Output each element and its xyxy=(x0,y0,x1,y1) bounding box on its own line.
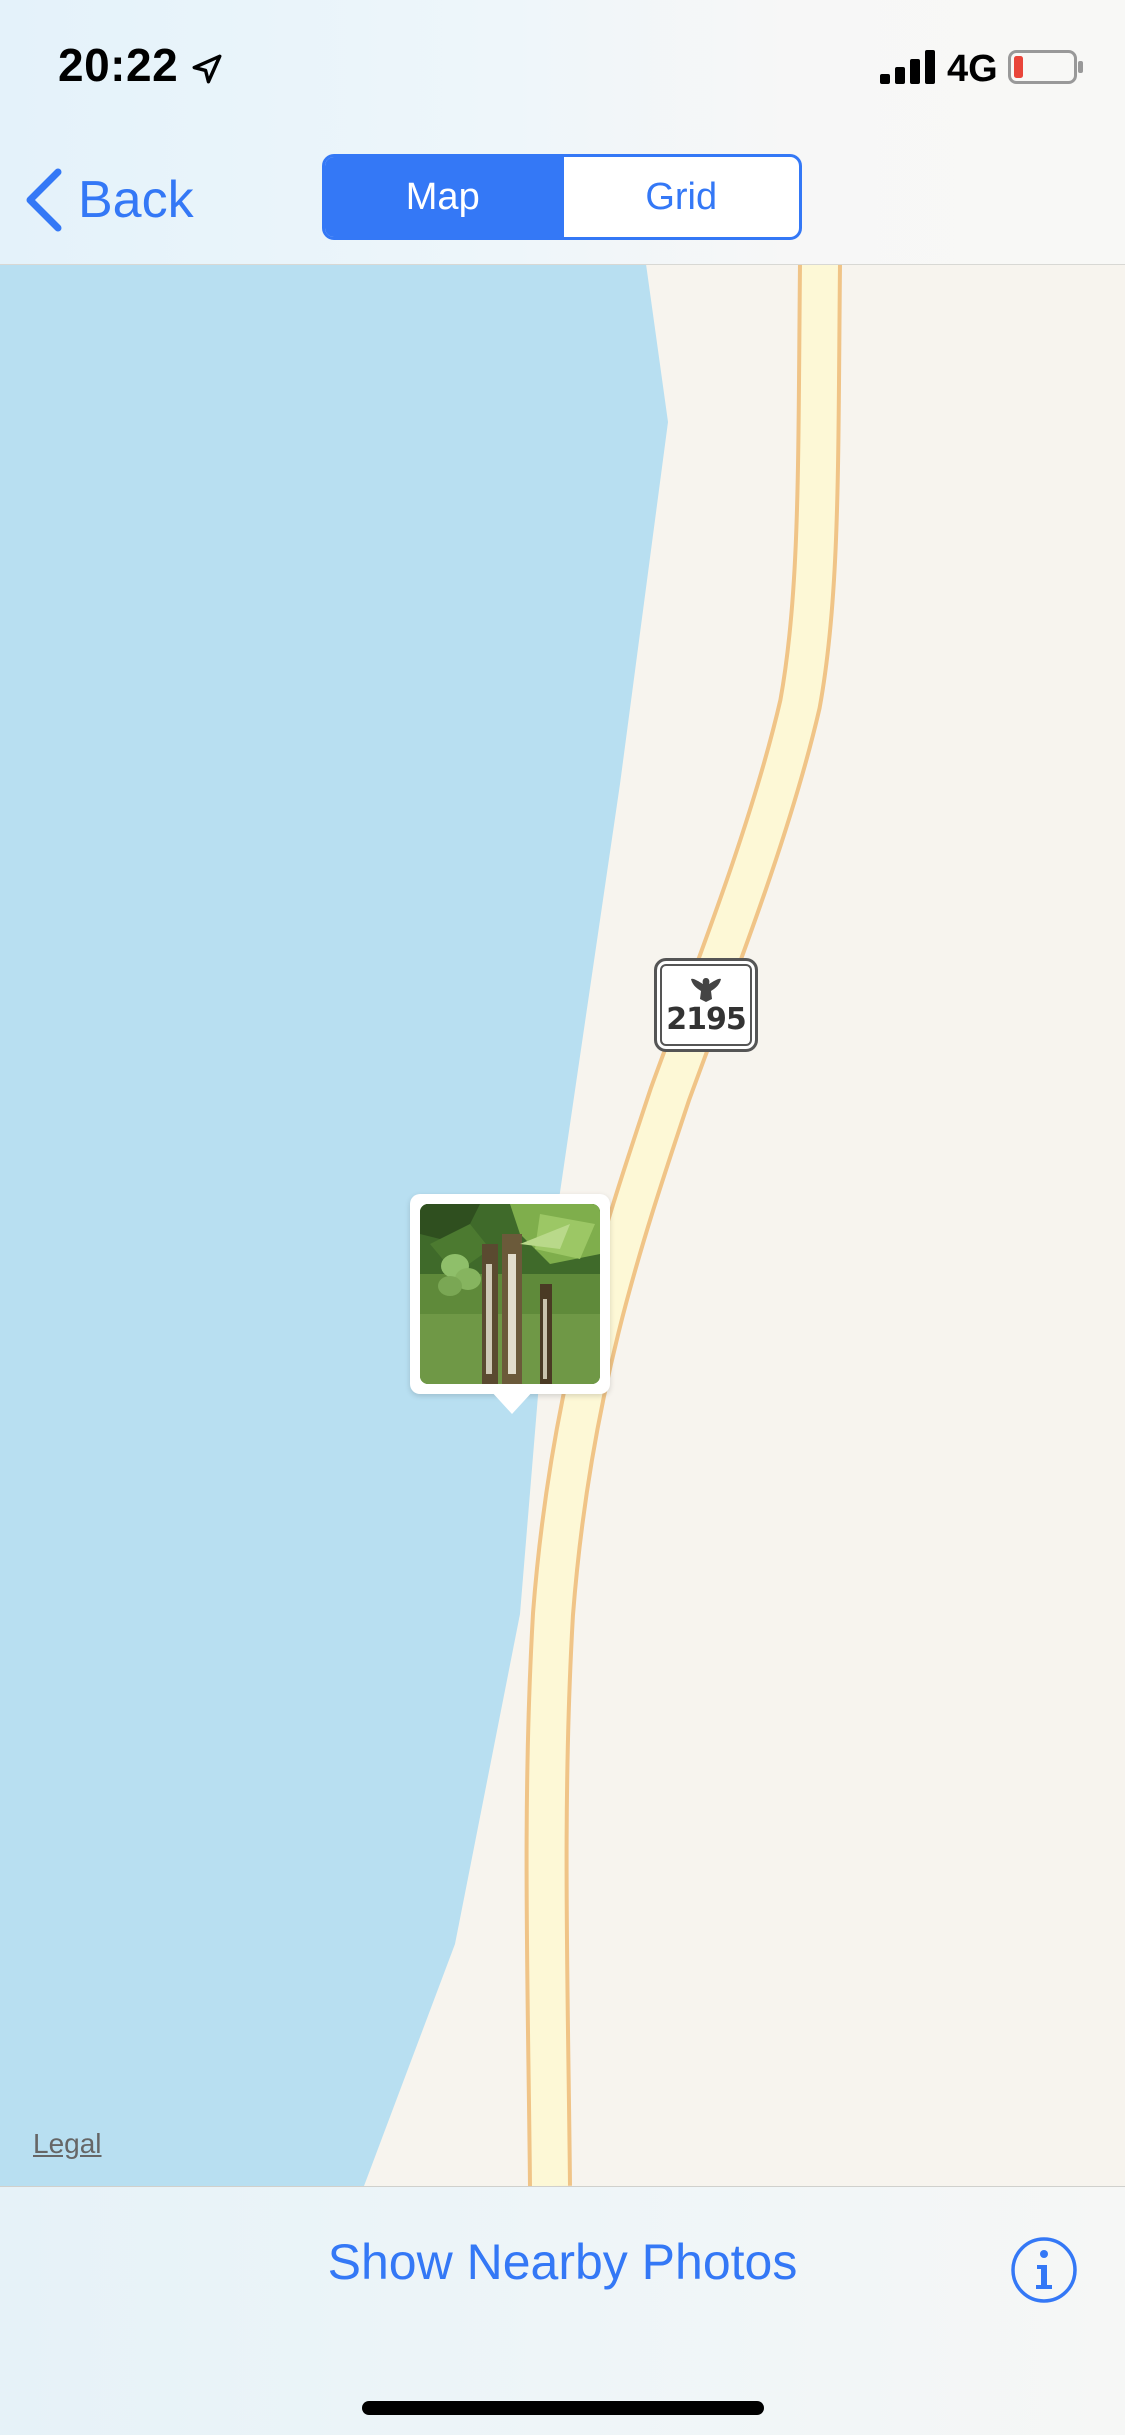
cellular-signal-icon xyxy=(880,50,935,84)
segment-grid[interactable]: Grid xyxy=(560,157,800,237)
photo-frame[interactable] xyxy=(410,1194,610,1394)
info-icon[interactable] xyxy=(1010,2236,1078,2304)
show-nearby-photos-button[interactable]: Show Nearby Photos xyxy=(328,2234,798,2290)
battery-low-icon xyxy=(1008,50,1083,84)
back-label: Back xyxy=(78,171,194,229)
segment-map[interactable]: Map xyxy=(325,157,561,237)
legal-link[interactable]: Legal xyxy=(33,2128,102,2160)
banana-plant-photo xyxy=(420,1204,600,1384)
show-nearby-photos-button-container: Show Nearby Photos xyxy=(0,2233,1125,2291)
status-time: 20:22 xyxy=(58,39,179,91)
highway-number: 2195 xyxy=(666,1002,746,1037)
photo-map-screen: 20:22 4G Back Map Grid 2195 Legal Show N… xyxy=(0,0,1125,2435)
photo-annotation[interactable] xyxy=(410,1194,610,1414)
highway-shield: 2195 xyxy=(654,958,758,1052)
location-arrow-icon xyxy=(192,54,222,84)
photo-thumbnail[interactable] xyxy=(420,1204,600,1384)
network-type: 4G xyxy=(947,48,998,90)
chevron-left-icon xyxy=(26,168,62,232)
home-indicator xyxy=(362,2401,764,2415)
map-view[interactable]: 2195 Legal xyxy=(0,264,1125,2186)
bottom-toolbar: Show Nearby Photos xyxy=(0,2186,1125,2435)
annotation-pointer xyxy=(490,1390,534,1414)
garuda-emblem-icon xyxy=(691,978,721,1002)
back-button[interactable]: Back xyxy=(24,160,194,240)
top-bar: 20:22 4G Back Map Grid xyxy=(0,0,1125,265)
view-mode-segmented-control: Map Grid xyxy=(322,154,802,240)
